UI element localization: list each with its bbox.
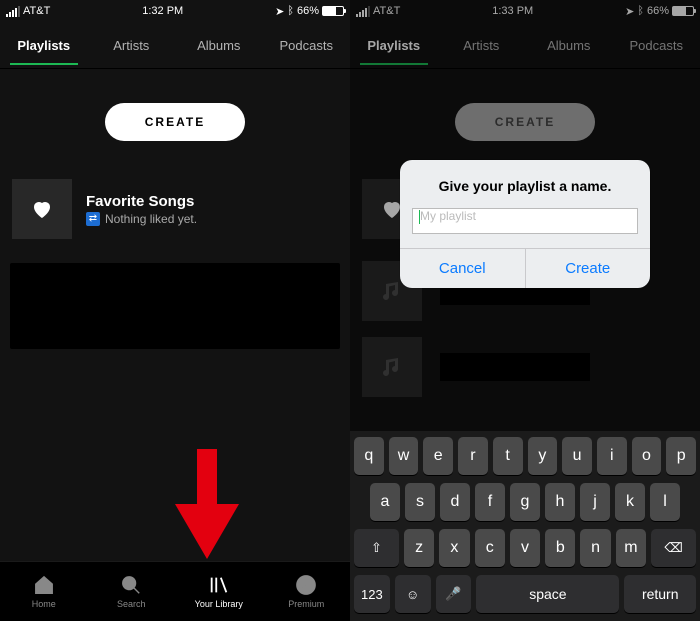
playlist-row-favorite[interactable]: Favorite Songs ⇄ Nothing liked yet. bbox=[0, 171, 350, 247]
key-q[interactable]: q bbox=[354, 437, 384, 475]
nav-label: Your Library bbox=[195, 599, 243, 609]
space-key[interactable]: space bbox=[476, 575, 619, 613]
tab-albums[interactable]: Albums bbox=[175, 38, 263, 53]
nav-home[interactable]: Home bbox=[0, 562, 88, 621]
dialog-title: Give your playlist a name. bbox=[412, 178, 638, 194]
battery-icon bbox=[322, 6, 344, 16]
key-o[interactable]: o bbox=[632, 437, 662, 475]
signal-icon bbox=[6, 6, 20, 17]
shift-key[interactable]: ⇧ bbox=[354, 529, 399, 567]
screenshot-create-dialog: AT&T 1:33 PM ➤ ᛒ 66% Playlists Artists A… bbox=[350, 0, 700, 621]
home-icon bbox=[33, 574, 55, 596]
name-playlist-dialog: Give your playlist a name. My playlist C… bbox=[400, 160, 650, 288]
nav-premium[interactable]: Premium bbox=[263, 562, 351, 621]
key-h[interactable]: h bbox=[545, 483, 575, 521]
ios-keyboard: qwertyuiop asdfghjkl ⇧ zxcvbnm ⌫ 123 ☺ 🎤… bbox=[350, 431, 700, 621]
key-d[interactable]: d bbox=[440, 483, 470, 521]
search-icon bbox=[120, 574, 142, 596]
numbers-key[interactable]: 123 bbox=[354, 575, 390, 613]
return-key[interactable]: return bbox=[624, 575, 696, 613]
create-confirm-button[interactable]: Create bbox=[526, 249, 651, 288]
key-z[interactable]: z bbox=[404, 529, 434, 567]
key-l[interactable]: l bbox=[650, 483, 680, 521]
annotation-arrow bbox=[175, 449, 239, 559]
key-w[interactable]: w bbox=[389, 437, 419, 475]
library-icon bbox=[208, 574, 230, 596]
playlist-name-input[interactable]: My playlist bbox=[412, 208, 638, 234]
key-p[interactable]: p bbox=[666, 437, 696, 475]
key-x[interactable]: x bbox=[439, 529, 469, 567]
key-r[interactable]: r bbox=[458, 437, 488, 475]
key-t[interactable]: t bbox=[493, 437, 523, 475]
key-row-2: asdfghjkl bbox=[354, 483, 696, 521]
spotify-icon bbox=[295, 574, 317, 596]
playlist-subtitle: Nothing liked yet. bbox=[105, 212, 197, 226]
nav-label: Home bbox=[32, 599, 56, 609]
status-bar: AT&T 1:32 PM ➤ ᛒ 66% bbox=[0, 0, 350, 22]
key-n[interactable]: n bbox=[580, 529, 610, 567]
key-c[interactable]: c bbox=[475, 529, 505, 567]
key-row-4: 123 ☺ 🎤 space return bbox=[354, 575, 696, 613]
bluetooth-icon: ᛒ bbox=[287, 5, 294, 17]
clock-label: 1:32 PM bbox=[142, 5, 183, 17]
cancel-button[interactable]: Cancel bbox=[400, 249, 526, 288]
key-e[interactable]: e bbox=[423, 437, 453, 475]
nav-search[interactable]: Search bbox=[88, 562, 176, 621]
redacted-content bbox=[10, 263, 340, 349]
key-f[interactable]: f bbox=[475, 483, 505, 521]
emoji-key[interactable]: ☺ bbox=[395, 575, 431, 613]
nav-library[interactable]: Your Library bbox=[175, 562, 263, 621]
screenshot-library: AT&T 1:32 PM ➤ ᛒ 66% Playlists Artists A… bbox=[0, 0, 350, 621]
bottom-nav: Home Search Your Library Premium bbox=[0, 561, 350, 621]
key-j[interactable]: j bbox=[580, 483, 610, 521]
key-row-1: qwertyuiop bbox=[354, 437, 696, 475]
key-i[interactable]: i bbox=[597, 437, 627, 475]
key-y[interactable]: y bbox=[528, 437, 558, 475]
location-icon: ➤ bbox=[275, 5, 284, 18]
tab-artists[interactable]: Artists bbox=[88, 38, 176, 53]
library-tabs: Playlists Artists Albums Podcasts bbox=[0, 22, 350, 68]
heart-icon bbox=[12, 179, 72, 239]
backspace-key[interactable]: ⌫ bbox=[651, 529, 696, 567]
mic-key[interactable]: 🎤 bbox=[436, 575, 472, 613]
tab-podcasts[interactable]: Podcasts bbox=[263, 38, 351, 53]
nav-label: Search bbox=[117, 599, 146, 609]
battery-label: 66% bbox=[297, 5, 319, 17]
key-s[interactable]: s bbox=[405, 483, 435, 521]
key-g[interactable]: g bbox=[510, 483, 540, 521]
key-a[interactable]: a bbox=[370, 483, 400, 521]
nav-label: Premium bbox=[288, 599, 324, 609]
carrier-label: AT&T bbox=[23, 5, 50, 17]
key-v[interactable]: v bbox=[510, 529, 540, 567]
tab-playlists[interactable]: Playlists bbox=[0, 38, 88, 53]
key-k[interactable]: k bbox=[615, 483, 645, 521]
playlist-title: Favorite Songs bbox=[86, 193, 197, 210]
key-row-3: ⇧ zxcvbnm ⌫ bbox=[354, 529, 696, 567]
key-b[interactable]: b bbox=[545, 529, 575, 567]
shuffle-badge-icon: ⇄ bbox=[86, 212, 100, 226]
key-u[interactable]: u bbox=[562, 437, 592, 475]
create-button[interactable]: CREATE bbox=[105, 103, 245, 141]
key-m[interactable]: m bbox=[616, 529, 646, 567]
